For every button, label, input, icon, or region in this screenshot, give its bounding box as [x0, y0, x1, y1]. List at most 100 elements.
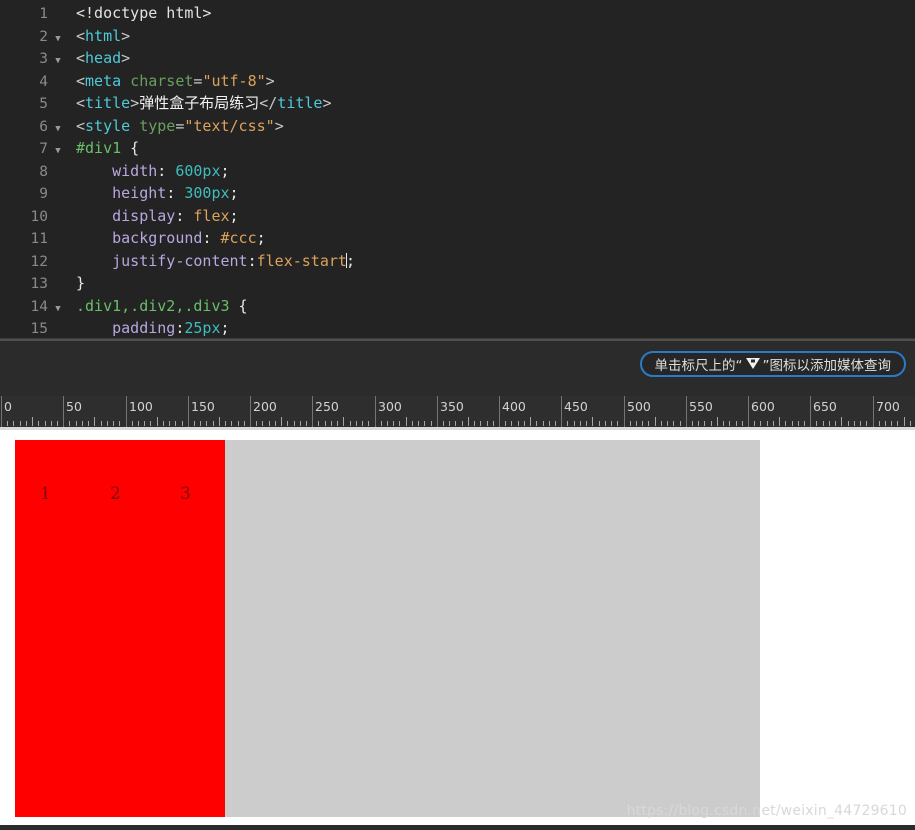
code-token: .div1,.div2,.div3 — [76, 296, 230, 315]
media-query-hint-pill[interactable]: 单击标尺上的“ ”图标以添加媒体查询 — [639, 351, 906, 377]
ruler-minor-tick — [219, 417, 220, 426]
ruler-minor-tick — [736, 421, 737, 426]
code-line[interactable]: 2 ▼ <html> — [0, 25, 915, 48]
ruler-minor-tick — [729, 421, 730, 426]
code-token: > — [121, 49, 131, 67]
ruler-minor-tick — [767, 421, 768, 426]
code-token: "text/css" — [184, 116, 275, 135]
ruler-minor-tick — [487, 421, 488, 426]
fold-triangle-icon[interactable]: ▼ — [50, 298, 66, 321]
code-token: <!doctype html> — [76, 4, 212, 22]
code-line[interactable]: 7 ▼ #div1 { — [0, 137, 915, 160]
code-token: : — [247, 251, 257, 270]
line-number: 12 — [30, 253, 48, 270]
ruler-minor-tick — [362, 421, 363, 426]
fold-triangle-icon[interactable]: ▼ — [50, 140, 66, 163]
ruler-minor-tick — [51, 421, 52, 426]
ruler-minor-tick — [325, 421, 326, 426]
ruler-minor-tick — [356, 421, 357, 426]
ruler-minor-tick — [474, 421, 475, 426]
ruler-minor-tick — [630, 421, 631, 426]
ruler-minor-tick — [88, 421, 89, 426]
ruler-minor-tick — [163, 421, 164, 426]
code-line[interactable]: 1 <!doctype html> — [0, 2, 915, 25]
ruler-ticks[interactable]: 0 50 100 150 200 250 300 350 400 450 500 550 600 650 7… — [0, 396, 915, 430]
code-token: flex — [193, 206, 230, 225]
code-token: > — [130, 94, 140, 112]
fold-triangle-icon[interactable]: ▼ — [50, 118, 66, 141]
live-preview[interactable]: 1 2 3 https://blog.csdn.net/weixin_4472961… — [0, 430, 915, 825]
ruler-minor-tick — [792, 421, 793, 426]
code-token: 300px — [184, 184, 230, 202]
code-token: title — [277, 94, 323, 112]
code-token: < — [76, 71, 86, 90]
ruler-minor-tick — [275, 421, 276, 426]
ruler-minor-tick — [636, 421, 637, 426]
ruler-minor-tick — [381, 421, 382, 426]
ruler-minor-tick — [57, 421, 58, 426]
code-line[interactable]: 14 ▼ .div1,.div2,.div3 { — [0, 295, 915, 318]
ruler-minor-tick — [169, 421, 170, 426]
code-line[interactable]: 12 justify-content:flex-start; — [0, 250, 915, 273]
ruler-minor-tick — [642, 421, 643, 426]
line-number: 15 — [30, 321, 48, 337]
code-line[interactable]: 10 display: flex; — [0, 205, 915, 228]
ruler-label: 150 — [191, 399, 215, 414]
code-token: : — [166, 184, 185, 202]
ruler-minor-tick — [667, 421, 668, 426]
ruler-minor-tick — [132, 421, 133, 426]
code-editor[interactable]: 1 <!doctype html> 2 ▼ <html> 3 ▼ <head> 4 <meta c… — [0, 0, 915, 338]
fold-triangle-icon[interactable]: ▼ — [50, 50, 66, 73]
code-line[interactable]: 3 ▼ <head> — [0, 47, 915, 70]
code-token: charset — [130, 71, 194, 90]
code-line[interactable]: 8 width: 600px; — [0, 160, 915, 183]
code-line[interactable]: 9 height: 300px; — [0, 182, 915, 205]
fold-triangle-icon[interactable]: ▼ — [50, 28, 66, 51]
ruler-minor-tick — [530, 417, 531, 426]
ruler-minor-tick — [897, 421, 898, 426]
code-line[interactable]: 13} — [0, 272, 915, 295]
code-line[interactable]: 5 <title>弹性盒子布局练习</title> — [0, 92, 915, 115]
ruler-minor-tick — [904, 417, 905, 426]
code-line[interactable]: 15 padding:25px; — [0, 317, 915, 338]
ruler-minor-tick — [443, 421, 444, 426]
ruler-label: 600 — [751, 399, 775, 414]
code-token: { — [121, 139, 140, 157]
ruler-minor-tick — [536, 421, 537, 426]
ruler-minor-tick — [294, 421, 295, 426]
ruler-minor-tick — [692, 421, 693, 426]
code-text: <meta charset="utf-8"> — [66, 70, 275, 93]
ruler-minor-tick — [175, 421, 176, 426]
code-line[interactable]: 6 ▼ <style type="text/css"> — [0, 115, 915, 138]
ruler-minor-tick — [331, 421, 332, 426]
code-token: < — [76, 116, 86, 135]
ruler-minor-tick — [860, 421, 861, 426]
ruler-minor-tick — [182, 421, 183, 426]
ruler-minor-tick — [26, 421, 27, 426]
code-text: background: #ccc; — [66, 227, 266, 250]
preview-flex-item: 3 — [155, 440, 225, 817]
code-line[interactable]: 11 background: #ccc; — [0, 227, 915, 250]
code-token: #ccc — [220, 229, 257, 247]
code-token: height — [112, 184, 167, 202]
watermark: https://blog.csdn.net/weixin_44729610 — [626, 803, 907, 819]
code-text: <!doctype html> — [66, 2, 211, 25]
code-text: <title>弹性盒子布局练习</title> — [66, 92, 331, 115]
hint-text-after: ”图标以添加媒体查询 — [762, 358, 892, 374]
ruler-minor-tick — [605, 421, 606, 426]
line-number: 1 — [39, 6, 48, 22]
ruler-minor-tick — [119, 421, 120, 426]
code-lines[interactable]: 1 <!doctype html> 2 ▼ <html> 3 ▼ <head> 4 <meta c… — [0, 2, 915, 338]
ruler-minor-tick — [431, 421, 432, 426]
design-ruler[interactable]: 0 50 100 150 200 250 300 350 400 450 500 550 600 650 7… — [0, 396, 915, 430]
ruler-minor-tick — [306, 421, 307, 426]
code-line[interactable]: 4 <meta charset="utf-8"> — [0, 70, 915, 93]
ruler-minor-tick — [76, 421, 77, 426]
code-token: 25px — [184, 319, 221, 337]
code-text: <html> — [66, 25, 130, 48]
ruler-minor-tick — [101, 421, 102, 426]
ruler-minor-tick — [879, 421, 880, 426]
